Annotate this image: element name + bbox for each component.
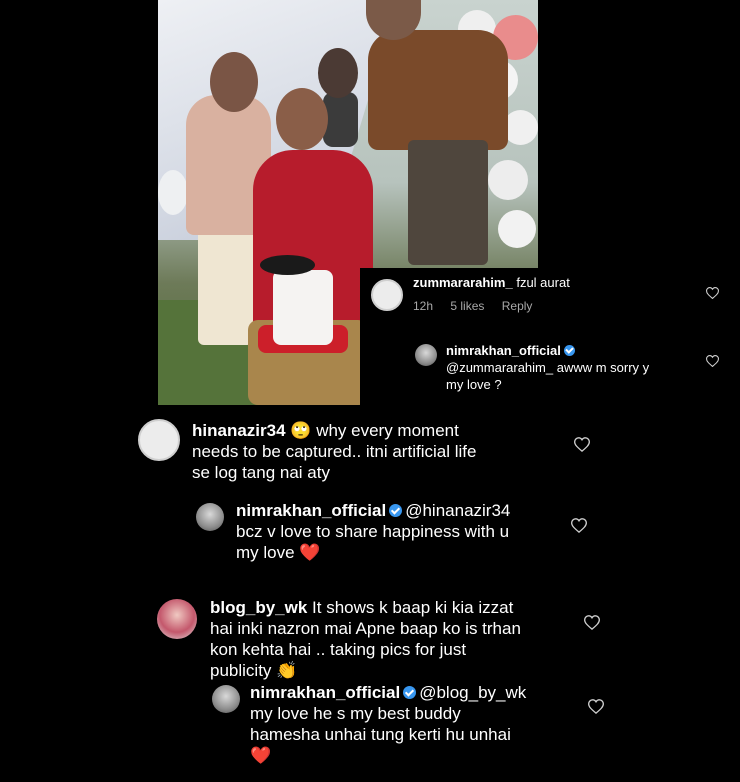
photo-person [198, 225, 253, 345]
comment-blog-by-wk: blog_by_wk It shows k baap ki kia izzat … [210, 597, 580, 681]
photo-balloon [498, 210, 536, 248]
photo-person [368, 30, 508, 150]
reply-username[interactable]: nimrakhan_official [250, 683, 400, 702]
heart-outline-icon[interactable] [588, 699, 604, 714]
heart-outline-icon[interactable] [584, 615, 600, 630]
avatar[interactable] [212, 685, 240, 713]
comment-username[interactable]: zummararahim_ [413, 275, 513, 290]
red-heart-emoji-icon: ❤️ [250, 746, 272, 765]
avatar[interactable] [157, 599, 197, 639]
comment-text: kon kehta hai .. taking pics for just [210, 640, 467, 659]
avatar[interactable] [415, 344, 437, 366]
heart-outline-icon[interactable] [571, 518, 587, 533]
reply-text: bcz v love to share happiness with u [236, 522, 510, 541]
comment-text: needs to be captured.. itni artificial l… [192, 442, 477, 461]
photo-person [276, 88, 328, 150]
photo-person [210, 52, 258, 112]
photo-balloon [158, 170, 188, 215]
emoji-icon: 🙄 [290, 421, 312, 440]
comment-username[interactable]: hinanazir34 [192, 421, 286, 440]
verified-badge-icon [403, 686, 417, 699]
comment-text: why every moment [316, 421, 459, 440]
photo-person [323, 92, 358, 147]
comment-text: publicity [210, 661, 272, 680]
reply-line: @zummararahim_ awww m sorry y [446, 360, 650, 375]
comment-text: fzul aurat [516, 275, 570, 290]
reply-nimrakhan-2: nimrakhan_official @blog_by_wk my love he… [250, 682, 590, 766]
photo-balloon [503, 110, 538, 145]
comment-line: zummararahim_ fzul aurat [413, 275, 570, 290]
reply-mention[interactable]: @hinanazir34 [405, 501, 510, 520]
reply-line: my love ? [446, 377, 502, 392]
heart-outline-icon[interactable] [706, 355, 719, 367]
comment-text: hai inki nazron mai Apne baap ko is trha… [210, 619, 521, 638]
reply-nimrakhan-1: nimrakhan_official @hinanazir34 bcz v lov… [236, 500, 576, 563]
comment-likes[interactable]: 5 likes [450, 299, 484, 313]
reply-button[interactable]: Reply [502, 299, 533, 313]
avatar[interactable] [196, 503, 224, 531]
comment-username[interactable]: blog_by_wk [210, 598, 307, 617]
photo-balloon [488, 160, 528, 200]
reply-text: my love [236, 543, 295, 562]
default-avatar-icon[interactable] [371, 279, 403, 311]
reply-text: hamesha unhai tung kerti hu unhai [250, 725, 511, 744]
comment-text: It shows k baap ki kia izzat [312, 598, 514, 617]
reply-username[interactable]: nimrakhan_official [446, 343, 561, 358]
heart-outline-icon[interactable] [706, 287, 719, 299]
photo-cake [273, 270, 333, 345]
verified-badge-icon [563, 345, 575, 356]
reply-text: my love he s my best buddy [250, 704, 461, 723]
photo-person [318, 48, 358, 98]
reply-text: nimrakhan_official @zummararahim_ awww m… [446, 342, 696, 393]
reply-mention[interactable]: @blog_by_wk [419, 683, 526, 702]
photo-person [408, 140, 488, 265]
default-avatar-icon[interactable] [138, 419, 180, 461]
comment-text: se log tang nai aty [192, 463, 330, 482]
verified-badge-icon [389, 504, 403, 517]
reply-username[interactable]: nimrakhan_official [236, 501, 386, 520]
comment-hinanazir34: hinanazir34 🙄 why every moment needs to … [192, 420, 572, 483]
clap-emoji-icon: 👏 [276, 661, 298, 680]
photo-cake-topper [260, 255, 315, 275]
comment-meta: 12h 5 likes Reply [413, 299, 546, 313]
heart-outline-icon[interactable] [574, 437, 590, 452]
comment-time: 12h [413, 299, 434, 313]
comment-popup: zummararahim_ fzul aurat 12h 5 likes Rep… [360, 268, 740, 406]
red-heart-emoji-icon: ❤️ [299, 543, 321, 562]
